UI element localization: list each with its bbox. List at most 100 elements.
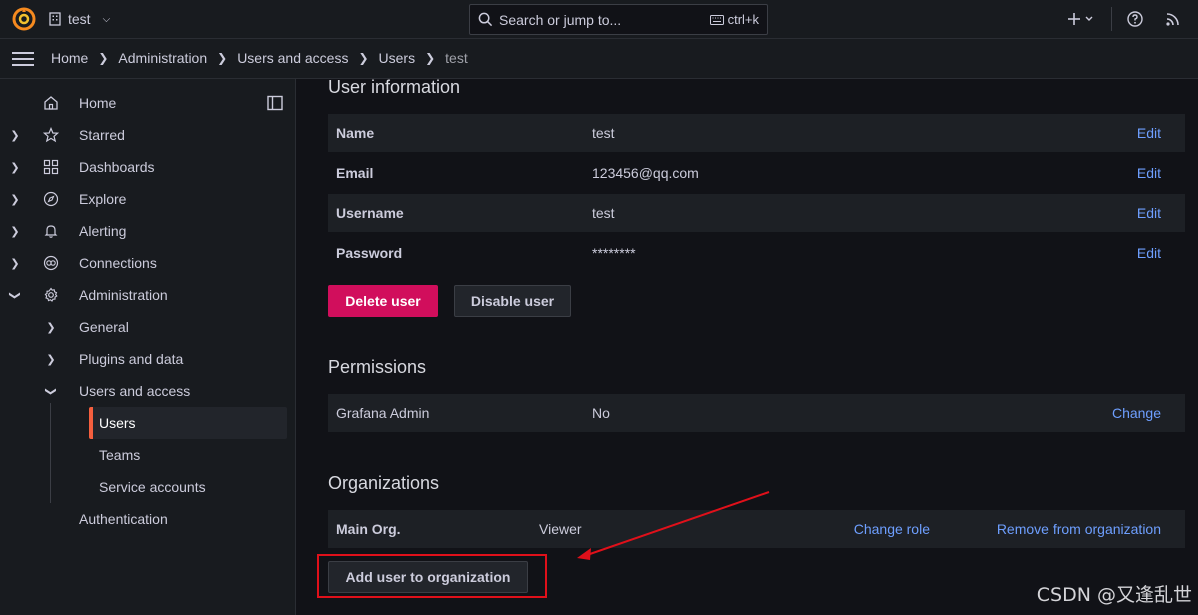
- sidebar-item-label: Explore: [79, 191, 127, 207]
- breadcrumb-home[interactable]: Home: [51, 50, 88, 66]
- delete-user-button[interactable]: Delete user: [328, 285, 438, 317]
- org-role: Viewer: [539, 521, 582, 537]
- sidebar-item-label: Dashboards: [79, 159, 155, 175]
- chevron-down-icon: ⌵: [102, 13, 111, 25]
- sidebar-item-label: Users and access: [79, 383, 191, 399]
- edit-name-link[interactable]: Edit: [1137, 125, 1161, 141]
- help-button[interactable]: [1124, 8, 1146, 30]
- table-row: Username test Edit: [328, 194, 1185, 232]
- chevron-right-icon[interactable]: ❯: [9, 225, 21, 238]
- top-actions: [1065, 7, 1184, 31]
- menu-icon[interactable]: [12, 50, 34, 68]
- search-placeholder: Search or jump to...: [499, 11, 622, 28]
- table-row: Email 123456@qq.com Edit: [328, 154, 1185, 192]
- sidebar-item-connections[interactable]: ❯ Connections: [0, 250, 296, 276]
- org-name: test: [68, 11, 91, 27]
- edit-password-link[interactable]: Edit: [1137, 245, 1161, 261]
- change-role-link[interactable]: Change role: [854, 521, 930, 537]
- sidebar-item-home[interactable]: Home: [0, 90, 296, 116]
- sidebar-item-label: Authentication: [79, 511, 168, 527]
- chevron-right-icon: ❯: [217, 51, 228, 65]
- chevron-right-icon[interactable]: ❯: [45, 353, 57, 366]
- watermark: CSDN @又逢乱世: [1036, 584, 1192, 606]
- row-key: Grafana Admin: [336, 405, 430, 421]
- sidebar-item-label: Administration: [79, 287, 168, 303]
- sidebar-item-label: Users: [99, 415, 136, 431]
- cog-icon: [42, 286, 60, 304]
- table-row: Main Org. Viewer Change role Remove from…: [328, 510, 1185, 548]
- table-row: Grafana Admin No Change: [328, 394, 1185, 432]
- chevron-right-icon[interactable]: ❯: [9, 257, 21, 270]
- edit-email-link[interactable]: Edit: [1137, 165, 1161, 181]
- change-permission-link[interactable]: Change: [1112, 405, 1161, 421]
- sidebar-item-label: Teams: [99, 447, 141, 463]
- row-key: Password: [336, 245, 403, 261]
- sidebar-item-administration[interactable]: ❯ Administration: [0, 282, 296, 308]
- chevron-right-icon[interactable]: ❯: [9, 161, 21, 174]
- row-value: test: [592, 205, 615, 221]
- row-value: 123456@qq.com: [592, 165, 699, 181]
- organizations-title: Organizations: [328, 473, 440, 493]
- row-key: Email: [336, 165, 374, 181]
- sidebar-item-label: Starred: [79, 127, 125, 143]
- annotation-highlight-box: [317, 554, 547, 598]
- remove-from-org-link[interactable]: Remove from organization: [997, 521, 1161, 537]
- sidebar-item-users-and-access[interactable]: ❯ Users and access: [0, 378, 296, 404]
- sidebar-item-alerting[interactable]: ❯ Alerting: [0, 218, 296, 244]
- search-shortcut: ctrl+k: [709, 12, 759, 27]
- connections-icon: [42, 254, 60, 272]
- plus-icon: [1068, 13, 1093, 25]
- bell-icon: [42, 222, 60, 240]
- apps-icon: [42, 158, 60, 176]
- sidebar-item-label: Service accounts: [99, 479, 206, 495]
- main-content: User information Name test Edit Email 12…: [297, 77, 1198, 615]
- sidebar-item-label: Plugins and data: [79, 351, 184, 367]
- sidebar-item-label: Home: [79, 95, 117, 111]
- table-row: Name test Edit: [328, 114, 1185, 152]
- home-icon: [42, 94, 60, 112]
- sidebar: Home ❯ Starred ❯ Dashboards ❯ Explore ❯ …: [0, 79, 296, 615]
- breadcrumb: Home ❯ Administration ❯ Users and access…: [51, 50, 468, 66]
- rss-icon: [1166, 13, 1179, 26]
- breadcrumb-administration[interactable]: Administration: [118, 50, 207, 66]
- top-bar: test ⌵ Search or jump to... ctrl+k: [0, 0, 1198, 39]
- sidebar-item-label: Connections: [79, 255, 157, 271]
- sidebar-item-plugins-and-data[interactable]: ❯ Plugins and data: [0, 346, 296, 372]
- org-name: Main Org.: [336, 521, 401, 537]
- breadcrumb-users[interactable]: Users: [379, 50, 416, 66]
- chevron-right-icon[interactable]: ❯: [45, 321, 57, 334]
- chevron-down-icon[interactable]: ❯: [45, 385, 58, 397]
- grafana-logo-icon[interactable]: [12, 7, 36, 31]
- compass-icon: [42, 190, 60, 208]
- org-switcher[interactable]: test ⌵: [48, 9, 110, 29]
- new-button[interactable]: [1065, 8, 1099, 30]
- sidebar-item-service-accounts[interactable]: Service accounts: [0, 474, 296, 500]
- search-input[interactable]: Search or jump to... ctrl+k: [469, 4, 768, 35]
- sidebar-item-starred[interactable]: ❯ Starred: [0, 122, 296, 148]
- chevron-right-icon[interactable]: ❯: [9, 193, 21, 206]
- chevron-down-icon[interactable]: ❯: [9, 289, 22, 301]
- star-icon: [42, 126, 60, 144]
- chevron-right-icon: ❯: [425, 51, 436, 65]
- shortcut-text: ctrl+k: [727, 12, 759, 27]
- sidebar-item-teams[interactable]: Teams: [0, 442, 296, 468]
- row-value: ********: [592, 245, 636, 261]
- sidebar-item-authentication[interactable]: Authentication: [0, 506, 296, 532]
- breadcrumb-bar: Home ❯ Administration ❯ Users and access…: [0, 39, 1198, 79]
- news-button[interactable]: [1162, 8, 1184, 30]
- sidebar-item-users[interactable]: Users: [0, 410, 296, 436]
- row-key: Name: [336, 125, 375, 141]
- sidebar-item-dashboards[interactable]: ❯ Dashboards: [0, 154, 296, 180]
- table-row: Password ******** Edit: [328, 234, 1185, 272]
- sidebar-item-general[interactable]: ❯ General: [0, 314, 296, 340]
- sidebar-item-explore[interactable]: ❯ Explore: [0, 186, 296, 212]
- disable-user-button[interactable]: Disable user: [454, 285, 571, 317]
- chevron-right-icon[interactable]: ❯: [9, 129, 21, 142]
- edit-username-link[interactable]: Edit: [1137, 205, 1161, 221]
- chevron-right-icon: ❯: [358, 51, 369, 65]
- row-value: test: [592, 125, 615, 141]
- row-value: No: [592, 405, 610, 421]
- breadcrumb-users-and-access[interactable]: Users and access: [237, 50, 348, 66]
- breadcrumb-current: test: [445, 50, 468, 66]
- user-information-title: User information: [328, 77, 461, 97]
